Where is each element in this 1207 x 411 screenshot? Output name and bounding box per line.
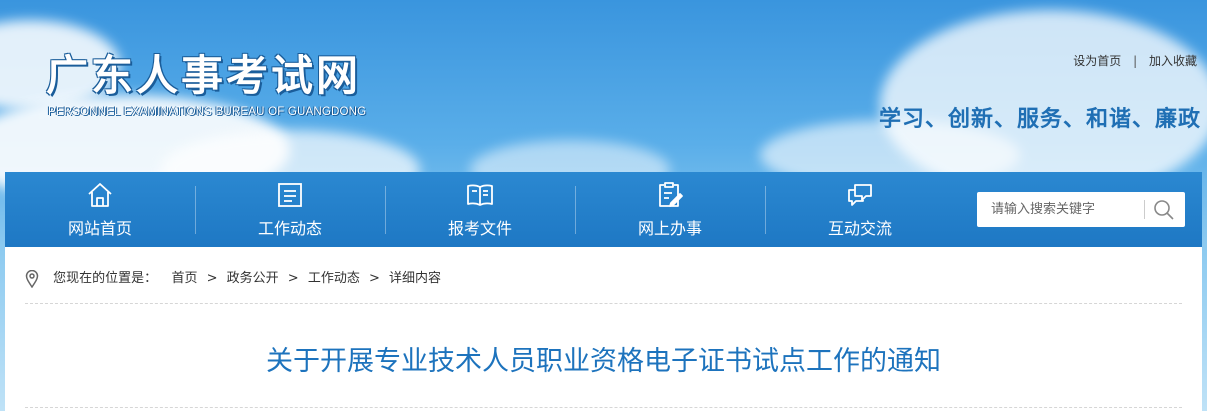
open-book-icon [467, 184, 493, 206]
breadcrumb-work-news[interactable]: 工作动态 [308, 271, 360, 286]
top-links: 设为首页 | 加入收藏 [1073, 52, 1197, 69]
nav-item-online-services[interactable]: 网上办事 [575, 172, 765, 247]
breadcrumb-arrow: > [206, 271, 218, 286]
nav-item-interaction[interactable]: 互动交流 [765, 172, 955, 247]
nav-item-label: 网站首页 [67, 219, 132, 238]
breadcrumb: 您现在的位置是： 首页 > 政务公开 > 工作动态 > 详细内容 [25, 267, 441, 288]
nav-item-label: 互动交流 [827, 219, 892, 238]
nav-item-exam-documents[interactable]: 报考文件 [385, 172, 575, 247]
breadcrumb-arrow: > [287, 271, 299, 286]
search-input[interactable] [977, 192, 1139, 227]
site-logo-title[interactable]: 广东人事考试网 [46, 42, 361, 103]
document-list-icon [278, 183, 302, 207]
divider [25, 303, 1182, 304]
nav-item-label: 工作动态 [257, 219, 322, 238]
nav-item-label: 网上办事 [637, 219, 702, 238]
add-favorite-link[interactable]: 加入收藏 [1149, 54, 1197, 68]
site-slogan: 学习、创新、服务、和谐、廉政 [878, 107, 1201, 132]
top-links-separator: | [1133, 54, 1138, 68]
breadcrumb-home[interactable]: 首页 [171, 271, 197, 286]
home-icon [88, 183, 112, 207]
search-icon[interactable] [1151, 197, 1177, 223]
breadcrumb-prefix: 您现在的位置是： [53, 271, 158, 286]
chat-bubbles-icon [848, 184, 872, 206]
breadcrumb-gov-affairs[interactable]: 政务公开 [227, 271, 279, 286]
breadcrumb-current: 详细内容 [389, 271, 442, 286]
nav-item-home[interactable]: 网站首页 [5, 172, 195, 247]
site-logo-subtitle: PERSONNEL EXAMINATIONS BUREAU OF GUANGDO… [48, 106, 367, 118]
location-pin-icon [25, 269, 39, 288]
search-box [977, 192, 1185, 227]
nav-item-label: 报考文件 [447, 219, 512, 238]
divider [25, 407, 1182, 408]
breadcrumb-arrow: > [369, 271, 380, 286]
search-divider [1144, 200, 1145, 219]
clipboard-edit-icon [659, 182, 683, 207]
content-panel: 您现在的位置是： 首页 > 政务公开 > 工作动态 > 详细内容 关于开展专业技… [5, 247, 1202, 411]
nav-item-work-news[interactable]: 工作动态 [195, 172, 385, 247]
main-nav: 网站首页 工作动态 报考文件 网上办事 互动交流 请输入搜索关键字 [5, 172, 1202, 247]
article-title: 关于开展专业技术人员职业资格电子证书试点工作的通知 [266, 346, 941, 377]
set-homepage-link[interactable]: 设为首页 [1073, 54, 1121, 68]
